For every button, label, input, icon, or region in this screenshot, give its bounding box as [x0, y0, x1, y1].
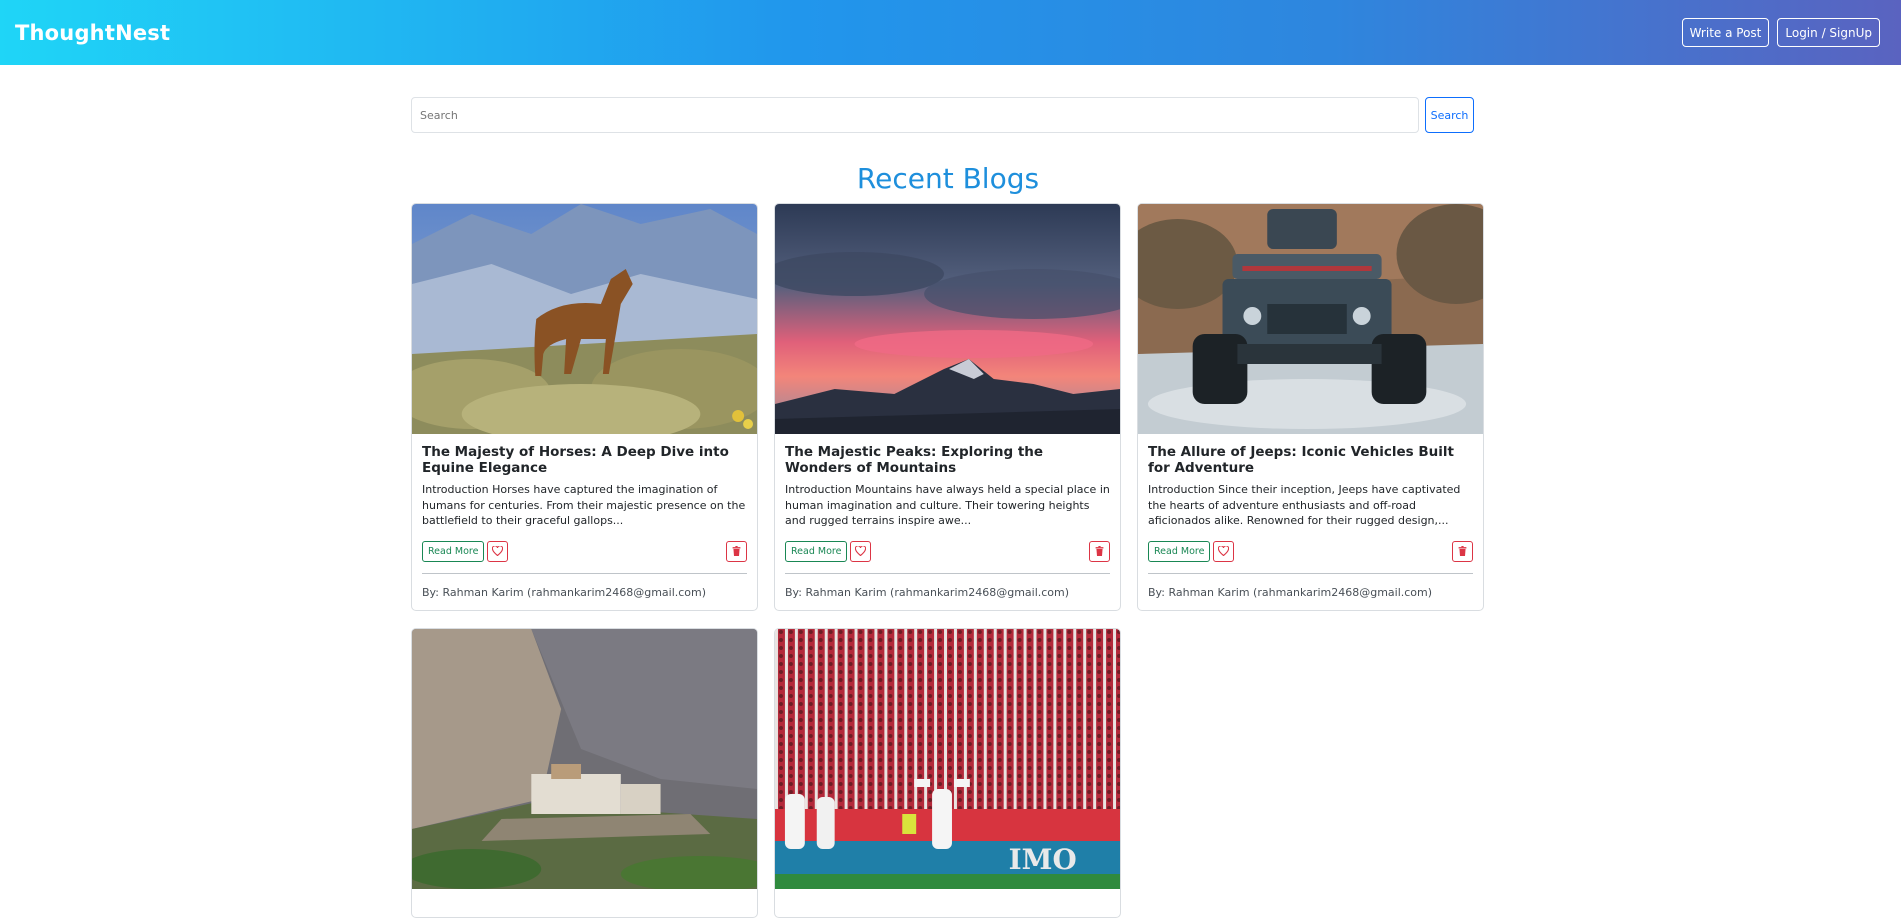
- card-author: By: Rahman Karim (rahmankarim2468@gmail.…: [1148, 586, 1433, 599]
- card-title[interactable]: The Majestic Peaks: Exploring the Wonder…: [785, 444, 1110, 478]
- card-image-stadium: IMO: [775, 629, 1120, 889]
- blog-card: The Allure of Jeeps: Iconic Vehicles Bui…: [1137, 203, 1484, 611]
- trash-icon: [1458, 544, 1467, 559]
- section-title: Recent Blogs: [856, 162, 1040, 195]
- delete-button[interactable]: [1452, 540, 1473, 562]
- delete-button[interactable]: [726, 540, 747, 562]
- card-title[interactable]: The Majesty of Horses: A Deep Dive into …: [422, 444, 747, 478]
- like-button[interactable]: [487, 540, 509, 562]
- write-post-button[interactable]: Write a Post: [1681, 18, 1770, 47]
- card-excerpt: Introduction Horses have captured the im…: [422, 483, 746, 527]
- search-form: Search: [411, 97, 1474, 133]
- navbar-actions: Write a Post Login / SignUp: [1681, 18, 1880, 47]
- read-more-button[interactable]: Read More: [422, 540, 485, 562]
- card-image-jeep: [1138, 204, 1483, 434]
- heart-icon: [1218, 544, 1230, 559]
- read-more-button[interactable]: Read More: [785, 540, 848, 562]
- card-excerpt: Introduction Mountains have always held …: [785, 483, 1110, 527]
- card-excerpt: Introduction Since their inception, Jeep…: [1148, 483, 1461, 527]
- card-image-horse: [412, 204, 757, 434]
- stadium-banner-text: IMO: [1009, 843, 1077, 876]
- card-image-fort: [412, 629, 757, 889]
- blog-card: The Majestic Peaks: Exploring the Wonder…: [774, 203, 1121, 611]
- blog-card: The Majesty of Horses: A Deep Dive into …: [411, 203, 758, 611]
- search-button[interactable]: Search: [1425, 97, 1474, 133]
- read-more-button[interactable]: Read More: [1148, 540, 1211, 562]
- login-signup-button[interactable]: Login / SignUp: [1777, 18, 1880, 47]
- heart-icon: [855, 544, 867, 559]
- blog-card: IMO: [774, 628, 1121, 918]
- trash-icon: [732, 544, 741, 559]
- delete-button[interactable]: [1089, 540, 1110, 562]
- heart-icon: [492, 544, 504, 559]
- search-input[interactable]: [411, 97, 1419, 133]
- card-image-mountain: [775, 204, 1120, 434]
- brand-logo[interactable]: ThoughtNest: [15, 21, 170, 45]
- card-author: By: Rahman Karim (rahmankarim2468@gmail.…: [422, 586, 707, 599]
- card-title[interactable]: The Allure of Jeeps: Iconic Vehicles Bui…: [1148, 444, 1473, 478]
- trash-icon: [1095, 544, 1104, 559]
- card-author: By: Rahman Karim (rahmankarim2468@gmail.…: [785, 586, 1070, 599]
- blog-card: [411, 628, 758, 918]
- like-button[interactable]: [850, 540, 872, 562]
- like-button[interactable]: [1213, 540, 1235, 562]
- navbar: ThoughtNest Write a Post Login / SignUp: [0, 0, 1901, 65]
